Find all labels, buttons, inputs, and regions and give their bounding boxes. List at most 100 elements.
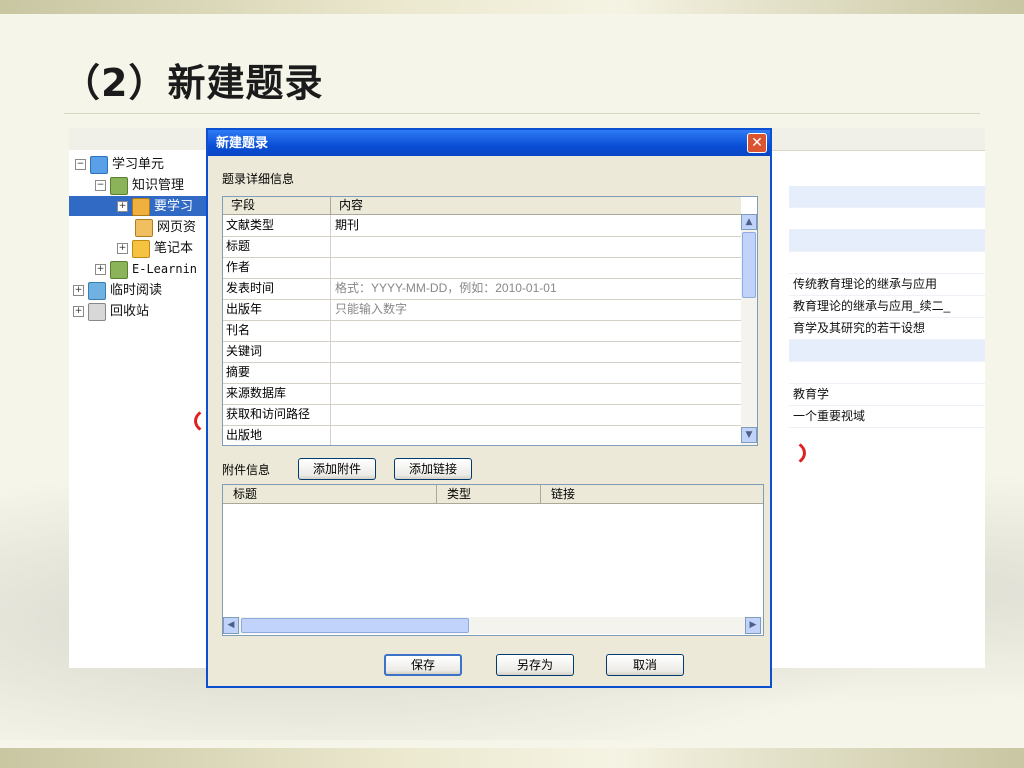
tree-label: E-Learnin [132,262,198,276]
notebook-icon [132,197,150,216]
list-item[interactable]: 教育理论的继承与应用_续二_ [789,296,985,318]
table-row[interactable]: 刊名 [223,320,741,342]
column-header-field[interactable]: 字段 [223,197,331,214]
book-icon [110,176,128,195]
folder-icon [90,155,108,174]
trash-icon [88,302,106,321]
field-name: 作者 [223,257,331,278]
field-value[interactable]: 只能输入数字 [333,299,741,320]
top-decor-bar [0,0,1024,14]
tree-item-elearning[interactable]: + E-Learnin [95,259,197,279]
table-row[interactable]: 发表时间 格式：YYYY-MM-DD，例如：2010-01-01 [223,278,741,300]
list-item[interactable] [789,208,985,230]
field-value[interactable] [333,425,741,445]
table-row[interactable]: 标题 [223,236,741,258]
add-attachment-button[interactable]: 添加附件 [298,458,376,480]
detail-section-label: 题录详细信息 [222,172,295,186]
add-link-button[interactable]: 添加链接 [394,458,472,480]
attachment-list: 标题 类型 链接 ◀ ▶ [222,484,764,636]
column-header-content[interactable]: 内容 [331,197,741,214]
field-name: 获取和访问路径 [223,404,331,425]
field-name: 标题 [223,236,331,257]
column-header-title[interactable]: 标题 [223,485,437,503]
collapse-icon[interactable]: − [75,159,86,171]
tree-label: 临时阅读 [110,282,163,297]
field-value[interactable] [333,383,741,404]
tree-item-notebook[interactable]: + 笔记本 [117,238,193,258]
folder-icon [132,239,150,258]
attachment-list-header: 标题 类型 链接 [223,485,763,504]
list-item[interactable] [789,340,985,362]
tree-label: 学习单元 [112,156,165,171]
field-value[interactable] [333,236,741,257]
slide-title: （2）新建题录 [62,61,324,105]
list-item[interactable] [789,230,985,252]
scroll-thumb[interactable] [241,618,469,633]
cancel-button[interactable]: 取消 [606,654,684,676]
collapse-icon[interactable]: − [95,180,106,192]
title-rule [64,113,980,114]
tree-label: 回收站 [110,303,150,318]
list-item[interactable] [789,252,985,274]
scroll-left-icon[interactable]: ◀ [223,617,239,634]
table-row[interactable]: 摘要 [223,362,741,384]
list-item[interactable]: 教育学 [789,384,985,406]
new-record-dialog: 新建题录 ✕ 题录详细信息 字段 内容 文献类型 期刊 标题 作者 发表时间 格式：… [206,128,772,688]
field-name: 出版地 [223,425,331,445]
dialog-title: 新建题录 [208,130,770,156]
save-button[interactable]: 保存 [384,654,462,676]
scroll-thumb[interactable] [742,232,756,298]
scroll-down-icon[interactable]: ▼ [741,427,757,443]
tree-item-recycle-bin[interactable]: + 回收站 [73,301,149,321]
table-row[interactable]: 出版年 只能输入数字 [223,299,741,321]
expand-icon[interactable]: + [117,201,128,213]
list-item[interactable]: 育学及其研究的若干设想 [789,318,985,340]
scroll-right-icon[interactable]: ▶ [745,617,761,634]
table-row[interactable]: 获取和访问路径 [223,404,741,426]
save-as-button[interactable]: 另存为 [496,654,574,676]
expand-icon[interactable]: + [117,243,128,255]
field-value[interactable] [333,257,741,278]
list-item[interactable]: 传统教育理论的继承与应用 [789,274,985,296]
column-header-type[interactable]: 类型 [437,485,541,503]
expand-icon[interactable]: + [73,306,84,318]
field-value[interactable] [333,404,741,425]
tree-item-temp-reading[interactable]: + 临时阅读 [73,280,162,300]
tree-item-web-resources[interactable]: 网页资 [135,217,196,237]
book-icon [110,260,128,279]
field-name: 摘要 [223,362,331,383]
expand-icon[interactable]: + [95,264,106,275]
table-row[interactable]: 文献类型 期刊 [223,215,741,237]
list-item[interactable] [789,362,985,384]
column-header-link[interactable]: 链接 [541,485,763,503]
table-row[interactable]: 作者 [223,257,741,279]
table-row[interactable]: 出版地 [223,425,741,445]
table-row[interactable]: 来源数据库 [223,383,741,405]
tree-item-knowledge[interactable]: − 知识管理 [95,175,184,195]
field-value[interactable]: 期刊 [333,215,741,236]
clock-doc-icon [88,281,106,300]
tree-item-study-unit[interactable]: − 学习单元 [75,154,164,174]
list-item[interactable]: 一个重要视域 [789,406,985,428]
scroll-up-icon[interactable]: ▲ [741,214,757,230]
close-icon[interactable]: ✕ [747,133,767,153]
list-item[interactable] [789,186,985,208]
field-name: 文献类型 [223,215,331,236]
grid-header: 字段 内容 [223,197,741,215]
field-name: 来源数据库 [223,383,331,404]
field-value[interactable] [333,341,741,362]
field-value[interactable]: 格式：YYYY-MM-DD，例如：2010-01-01 [333,278,741,299]
tree-label: 知识管理 [132,177,185,192]
field-name: 刊名 [223,320,331,341]
horizontal-scrollbar[interactable]: ◀ ▶ [223,617,763,634]
field-value[interactable] [333,362,741,383]
expand-icon[interactable]: + [73,285,84,297]
field-value[interactable] [333,320,741,341]
table-row[interactable]: 关键词 [223,341,741,363]
tree-item-to-study[interactable]: + 要学习 [69,196,209,216]
detail-grid: 字段 内容 文献类型 期刊 标题 作者 发表时间 格式：YYYY-MM-DD，例如：… [222,196,758,446]
field-name: 发表时间 [223,278,331,299]
vertical-scrollbar[interactable]: ▲ ▼ [741,214,757,445]
record-list: 传统教育理论的继承与应用 教育理论的继承与应用_续二_ 育学及其研究的若干设想 … [789,186,985,656]
tree-label: 网页资 [157,219,197,234]
